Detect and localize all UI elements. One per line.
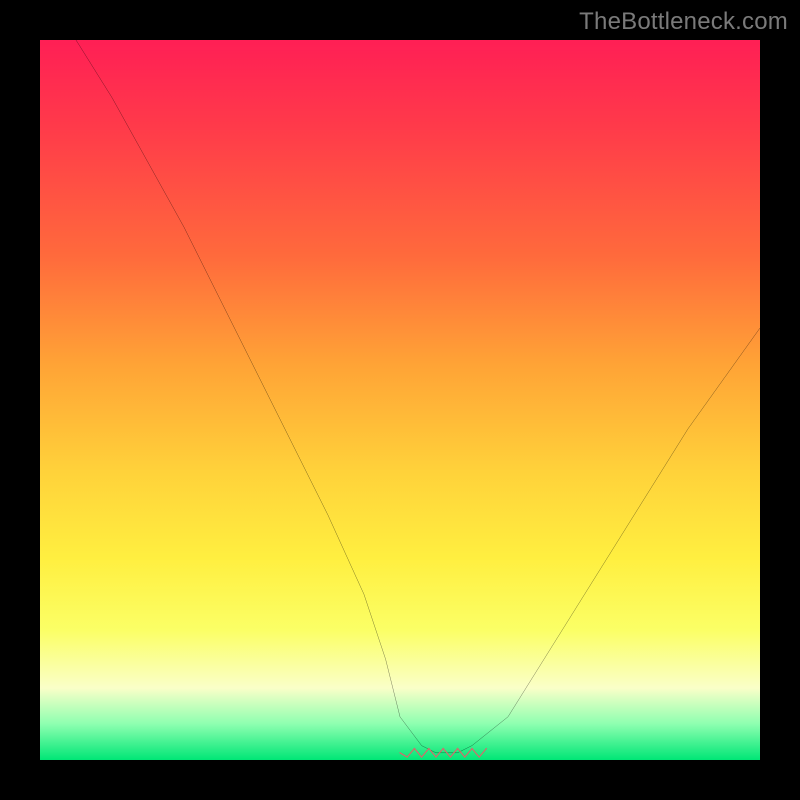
curve-layer bbox=[40, 40, 760, 760]
bottleneck-curve bbox=[76, 40, 760, 753]
watermark-text: TheBottleneck.com bbox=[579, 8, 788, 36]
outer-frame: TheBottleneck.com bbox=[0, 0, 800, 800]
plot-area bbox=[40, 40, 760, 760]
